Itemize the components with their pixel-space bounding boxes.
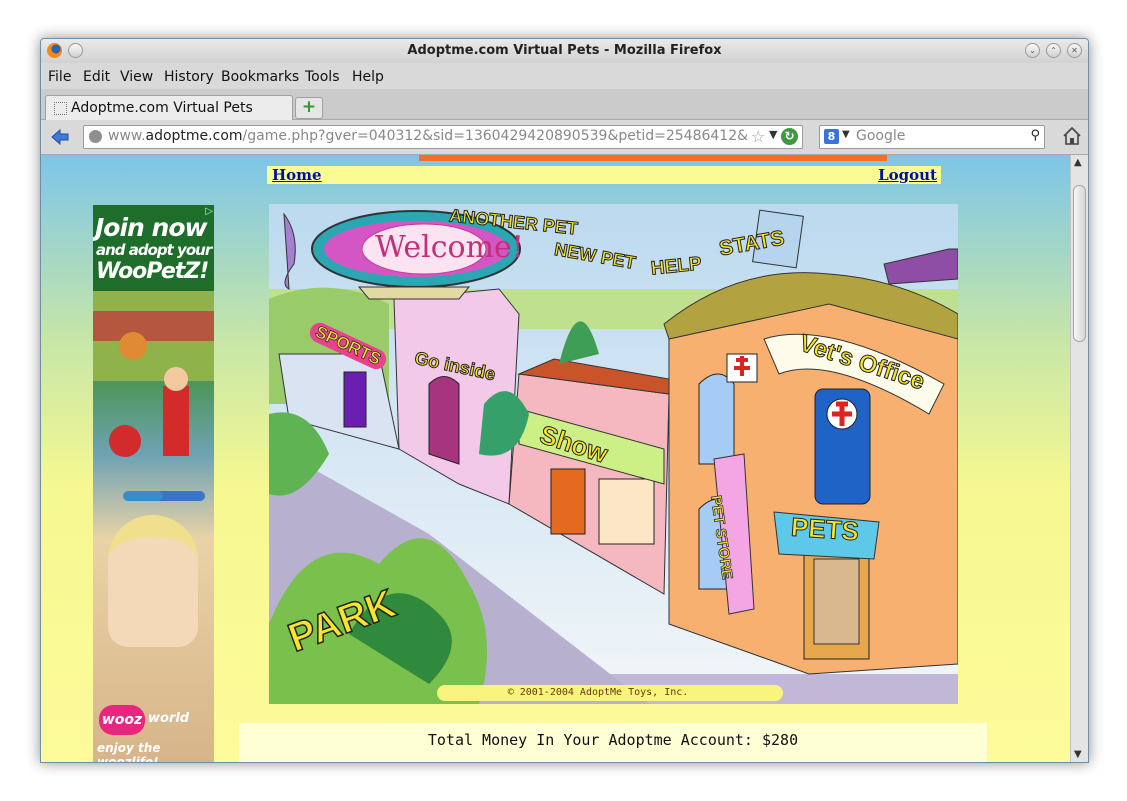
scroll-down-icon[interactable]: ▼: [1074, 749, 1082, 760]
ad-info-icon[interactable]: ▷: [205, 206, 213, 217]
site-nav-strip: Home Logout: [267, 166, 941, 184]
title-bar: Adoptme.com Virtual Pets - Mozilla Firef…: [41, 39, 1088, 63]
new-tab-button[interactable]: +: [295, 97, 323, 119]
bookmark-star-icon[interactable]: ☆: [751, 127, 765, 146]
home-icon[interactable]: [1062, 126, 1082, 146]
game-copyright: © 2001-2004 AdoptMe Toys, Inc.: [437, 685, 783, 701]
search-input[interactable]: Google: [856, 128, 905, 144]
window-title: Adoptme.com Virtual Pets - Mozilla Firef…: [407, 43, 722, 58]
search-engine-icon[interactable]: 8: [824, 129, 839, 144]
ad-logo: wooz world: [99, 705, 207, 735]
maximize-icon[interactable]: ⌃: [1046, 43, 1061, 58]
menu-history[interactable]: History: [164, 69, 214, 85]
tab-bar: Adoptme.com Virtual Pets +: [41, 89, 1088, 120]
page-content: Home Logout Join now and adopt your WooP…: [41, 155, 1070, 762]
menu-file[interactable]: File: [48, 69, 71, 85]
scroll-up-icon[interactable]: ▲: [1074, 157, 1082, 168]
logout-link[interactable]: Logout: [878, 166, 937, 184]
close-icon[interactable]: ✕: [1067, 43, 1082, 58]
navigation-toolbar: www.adoptme.com/game.php?gver=040312&sid…: [41, 120, 1088, 155]
menu-bar: File Edit View History Bookmarks Tools H…: [41, 63, 1088, 89]
search-bar[interactable]: 8 ▼ Google ⚲: [819, 125, 1045, 149]
ad-subline: and adopt your: [96, 241, 212, 259]
home-link[interactable]: Home: [272, 166, 322, 184]
scroll-thumb[interactable]: [1073, 185, 1086, 342]
search-go-icon[interactable]: ⚲: [1030, 128, 1040, 143]
page-icon: [54, 102, 67, 115]
site-identity-icon[interactable]: [89, 130, 102, 143]
pets-link[interactable]: PETS: [790, 511, 861, 548]
url-bar[interactable]: www.adoptme.com/game.php?gver=040312&sid…: [83, 125, 803, 149]
back-arrow-icon[interactable]: [51, 128, 69, 146]
menu-bookmarks[interactable]: Bookmarks: [221, 69, 299, 85]
account-money-bar: Total Money In Your Adoptme Account: $28…: [239, 723, 987, 762]
browser-window: Adoptme.com Virtual Pets - Mozilla Firef…: [40, 38, 1089, 763]
ad-character: [108, 515, 198, 647]
ad-headline: Join now: [95, 213, 208, 242]
blimp-welcome-text[interactable]: Welcome!: [375, 230, 524, 265]
header-banner-edge: [419, 155, 887, 161]
ad-tagline: enjoy the woozlife!: [97, 741, 161, 762]
menu-tools[interactable]: Tools: [305, 69, 340, 85]
vertical-scrollbar[interactable]: ▲ ▼: [1070, 155, 1088, 762]
game-town-map[interactable]: Welcome! ANOTHER PET NEW PET HELP STATS …: [269, 204, 958, 704]
url-dropdown-icon[interactable]: ▼: [769, 128, 777, 141]
menu-edit[interactable]: Edit: [83, 69, 110, 85]
ad-brand: WooPetZ!: [96, 259, 209, 284]
tab-label: Adoptme.com Virtual Pets: [71, 100, 253, 116]
menu-help[interactable]: Help: [352, 69, 384, 85]
search-engine-dropdown-icon[interactable]: ▼: [842, 129, 850, 140]
minimize-icon[interactable]: ⌄: [1025, 43, 1040, 58]
side-ad-banner[interactable]: Join now and adopt your WooPetZ! ▷ wooz …: [93, 205, 214, 762]
reload-icon[interactable]: ↻: [781, 128, 798, 145]
url-text[interactable]: www.adoptme.com/game.php?gver=040312&sid…: [108, 128, 748, 144]
menu-view[interactable]: View: [120, 69, 153, 85]
tab-adoptme[interactable]: Adoptme.com Virtual Pets: [45, 95, 293, 120]
account-money-text: Total Money In Your Adoptme Account: $28…: [427, 731, 799, 749]
sports-door: [343, 371, 367, 428]
